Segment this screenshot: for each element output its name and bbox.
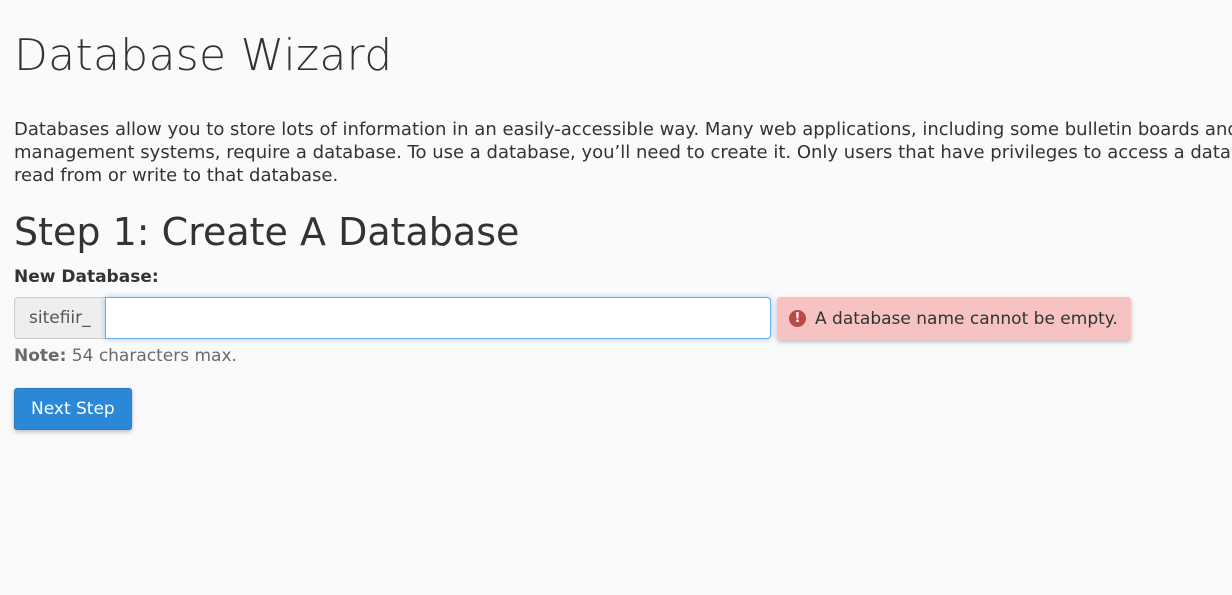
- database-prefix: sitefiir_: [14, 297, 105, 339]
- new-database-label: New Database:: [14, 267, 159, 287]
- character-limit-note: Note: 54 characters max.: [14, 346, 237, 366]
- note-label: Note:: [14, 346, 67, 366]
- validation-error-callout: ! A database name cannot be empty.: [777, 297, 1131, 340]
- step-title: Step 1: Create A Database: [14, 210, 520, 254]
- exclamation-circle-icon: !: [789, 310, 806, 327]
- page-description: Databases allow you to store lots of inf…: [14, 119, 1232, 186]
- next-step-button[interactable]: Next Step: [14, 388, 132, 430]
- database-wizard-page: Database Wizard Databases allow you to s…: [0, 0, 1232, 595]
- validation-error-message: A database name cannot be empty.: [815, 308, 1118, 329]
- note-text: 54 characters max.: [66, 346, 237, 366]
- database-name-input[interactable]: [104, 297, 771, 339]
- database-name-input-group: sitefiir_: [14, 297, 771, 339]
- page-title: Database Wizard: [14, 30, 393, 81]
